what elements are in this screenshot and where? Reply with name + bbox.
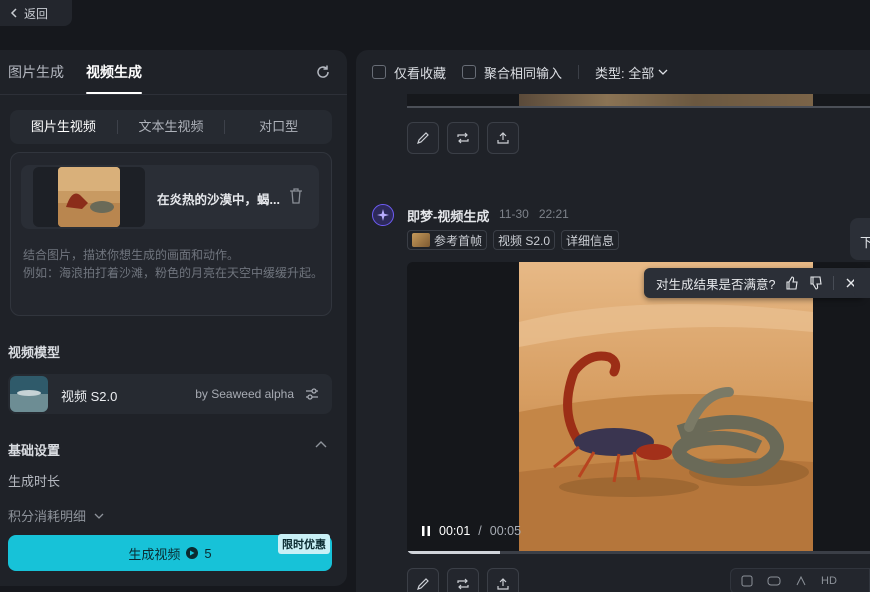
model-thumbnail xyxy=(10,376,48,412)
satisfaction-popup: 对生成结果是否满意? xyxy=(644,268,865,298)
previous-video[interactable] xyxy=(407,94,870,108)
generation-tabs: 图片生成 视频生成 xyxy=(8,50,142,94)
video-controls: 00:01 / 00:05 xyxy=(421,524,521,538)
video-progress-bar[interactable] xyxy=(407,551,870,554)
video-progress-fill xyxy=(407,551,500,554)
hint-line-1: 结合图片，描述你想生成的画面和动作。 xyxy=(23,248,240,262)
regenerate-button[interactable] xyxy=(447,568,479,592)
model-section-title: 视频模型 xyxy=(8,345,61,360)
back-label: 返回 xyxy=(24,6,49,21)
current-actions xyxy=(407,568,519,592)
mode-image-to-video[interactable]: 图片生视频 xyxy=(10,110,117,144)
share-button[interactable] xyxy=(487,122,519,154)
dreamina-avatar xyxy=(372,204,394,226)
prompt-box[interactable]: 在炎热的沙漠中，蝎... 结合图片，描述你想生成的画面和动作。 例如：海浪拍打着… xyxy=(10,152,332,316)
video-player[interactable]: 00:01 / 00:05 xyxy=(407,262,870,554)
generation-timestamp: 11-30 22:21 xyxy=(499,207,569,221)
previous-actions xyxy=(407,122,519,154)
prompt-placeholder[interactable]: 结合图片，描述你想生成的画面和动作。 例如：海浪拍打着沙滩，粉色的月亮在天空中缓… xyxy=(23,246,323,282)
mode-text-to-video[interactable]: 文本生视频 xyxy=(118,110,225,144)
filter-divider xyxy=(578,65,580,79)
video-total-time: 00:05 xyxy=(489,524,522,538)
pencil-icon xyxy=(417,578,429,590)
merge-inputs-checkbox[interactable] xyxy=(462,65,477,79)
hd-button[interactable]: HD xyxy=(821,575,837,587)
video-time-separator: / xyxy=(478,524,482,538)
chevron-left-icon xyxy=(10,8,17,18)
generation-title: 即梦-视频生成 xyxy=(407,209,490,224)
model-name: 视频 S2.0 xyxy=(61,389,118,404)
edit-button[interactable] xyxy=(407,122,439,154)
chevron-up-icon[interactable] xyxy=(315,440,327,448)
generation-date: 11-30 xyxy=(499,207,529,221)
generation-chips: 参考首帧 视频 S2.0 详细信息 xyxy=(407,230,620,250)
type-filter-dropdown[interactable]: 类型: 全部 xyxy=(595,63,668,82)
generate-video-button[interactable]: 生成视频 5 限时优惠 xyxy=(8,534,332,571)
duration-label: 生成时长 xyxy=(8,474,61,489)
mode-lip-sync[interactable]: 对口型 xyxy=(225,110,332,144)
popup-divider xyxy=(833,276,835,290)
merge-inputs-label[interactable]: 聚合相同输入 xyxy=(484,63,562,82)
type-filter-label: 类型: 全部 xyxy=(595,65,655,81)
lip-sync-icon[interactable] xyxy=(767,575,781,587)
left-panel: 图片生成 视频生成 图片生视频 文本生视频 对口型 在炎热的沙漠中，蝎... 结… xyxy=(0,50,347,586)
reference-frame-thumbnail xyxy=(412,233,430,247)
reference-prompt-text: 在炎热的沙漠中，蝎... xyxy=(157,193,280,207)
generate-label: 生成视频 xyxy=(128,546,181,562)
credit-icon xyxy=(186,547,199,559)
reference-frame-chip[interactable]: 参考首帧 xyxy=(407,230,488,250)
results-panel: 仅看收藏 聚合相同输入 类型: 全部 即梦-视频生成 11-30 22:21 下… xyxy=(356,50,870,592)
share-button[interactable] xyxy=(487,568,519,592)
favorites-label[interactable]: 仅看收藏 xyxy=(394,63,446,82)
upload-icon xyxy=(497,132,509,144)
trash-icon[interactable] xyxy=(289,188,303,204)
hint-line-2: 例如：海浪拍打着沙滩，粉色的月亮在天空中缓缓升起。 xyxy=(23,266,324,280)
video-frame xyxy=(519,262,813,554)
chevron-down-icon xyxy=(658,69,668,75)
sparkle-icon xyxy=(377,209,389,221)
mode-selector: 图片生视频 文本生视频 对口型 xyxy=(10,110,332,144)
favorites-checkbox[interactable] xyxy=(372,65,386,79)
reference-image xyxy=(58,167,120,227)
model-chip[interactable]: 视频 S2.0 xyxy=(493,230,556,250)
tabs-divider xyxy=(0,94,347,95)
side-popup xyxy=(854,268,870,298)
tab-image-generation[interactable]: 图片生成 xyxy=(8,50,64,94)
repeat-icon xyxy=(457,132,469,144)
pencil-icon xyxy=(417,132,429,144)
thumbs-up-icon[interactable] xyxy=(785,276,799,290)
thumbs-down-icon[interactable] xyxy=(809,276,823,290)
audio-icon[interactable] xyxy=(795,575,807,587)
upload-icon xyxy=(497,578,509,590)
repeat-icon xyxy=(457,578,469,590)
credit-detail-toggle[interactable]: 积分消耗明细 xyxy=(8,506,104,525)
reference-frame-label: 参考首帧 xyxy=(434,233,483,248)
video-current-time: 00:01 xyxy=(439,524,471,538)
previous-video-progress xyxy=(407,106,870,108)
generate-cost: 5 xyxy=(204,545,212,561)
pause-icon[interactable] xyxy=(421,525,431,537)
previous-video-frame xyxy=(519,94,813,106)
sliders-icon[interactable] xyxy=(304,386,320,402)
edit-button[interactable] xyxy=(407,568,439,592)
frame-icon[interactable] xyxy=(741,575,753,587)
tab-video-generation[interactable]: 视频生成 xyxy=(86,50,142,94)
reference-thumbnail[interactable] xyxy=(33,167,145,227)
filter-bar: 仅看收藏 聚合相同输入 类型: 全部 xyxy=(372,63,668,81)
reference-image-card[interactable]: 在炎热的沙漠中，蝎... xyxy=(21,165,319,229)
promo-badge: 限时优惠 xyxy=(278,534,330,554)
video-tools: HD xyxy=(730,568,870,592)
generation-time: 22:21 xyxy=(538,207,569,221)
back-button[interactable]: 返回 xyxy=(0,0,72,26)
regenerate-button[interactable] xyxy=(447,122,479,154)
side-bubble[interactable]: 下 xyxy=(850,218,870,260)
model-provider: by Seaweed alpha xyxy=(195,387,294,401)
details-chip[interactable]: 详细信息 xyxy=(561,230,620,250)
model-selector[interactable]: 视频 S2.0 by Seaweed alpha xyxy=(8,374,332,414)
credit-detail-label: 积分消耗明细 xyxy=(8,509,87,524)
chevron-down-icon xyxy=(94,513,104,519)
refresh-icon[interactable] xyxy=(315,64,331,80)
satisfaction-question: 对生成结果是否满意? xyxy=(656,277,776,292)
basic-settings-title[interactable]: 基础设置 xyxy=(8,440,60,459)
